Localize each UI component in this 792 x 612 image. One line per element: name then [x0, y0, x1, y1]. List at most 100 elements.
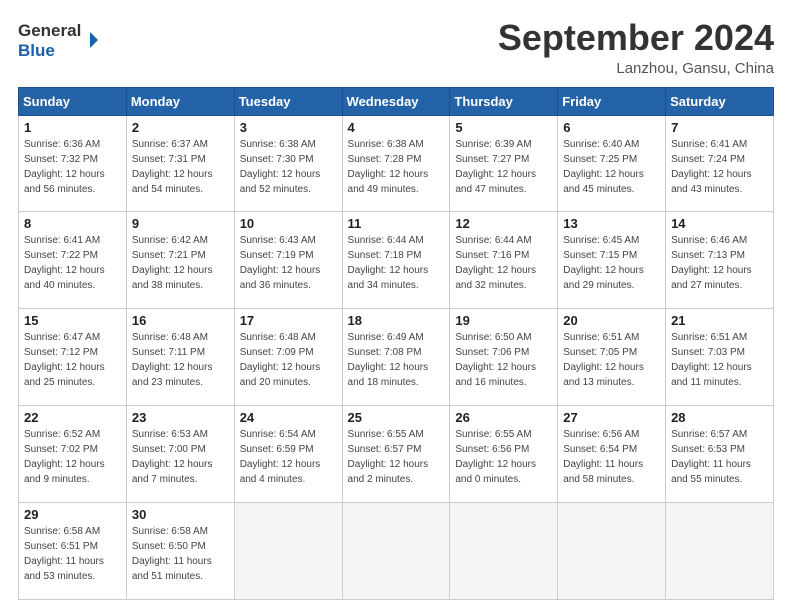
day-info: Sunrise: 6:36 AMSunset: 7:32 PMDaylight:…	[24, 137, 121, 197]
day-info: Sunrise: 6:51 AMSunset: 7:05 PMDaylight:…	[563, 330, 660, 390]
calendar-day-cell: 19Sunrise: 6:50 AMSunset: 7:06 PMDayligh…	[450, 309, 558, 406]
calendar-week-row: 8 Sunrise: 6:41 AMSunset: 7:22 PMDaylight…	[19, 212, 774, 309]
calendar-day-cell: 18 Sunrise: 6:49 AMSunset: 7:08 PMDayligh…	[342, 309, 450, 406]
day-info: Sunrise: 6:42 AMSunset: 7:21 PMDaylight:…	[132, 233, 229, 293]
day-info: Sunrise: 6:54 AMSunset: 6:59 PMDaylight:…	[240, 427, 337, 487]
day-info: Sunrise: 6:49 AMSunset: 7:08 PMDaylight:…	[348, 330, 445, 390]
day-of-week-header: Friday	[558, 87, 666, 115]
month-title: September 2024	[498, 18, 774, 58]
day-number: 17	[240, 313, 337, 328]
calendar-week-row: 15 Sunrise: 6:47 AMSunset: 7:12 PMDayligh…	[19, 309, 774, 406]
calendar-day-cell: 12Sunrise: 6:44 AMSunset: 7:16 PMDayligh…	[450, 212, 558, 309]
day-info: Sunrise: 6:46 AMSunset: 7:13 PMDaylight:…	[671, 233, 768, 293]
day-number: 20	[563, 313, 660, 328]
logo: GeneralBlue	[18, 18, 98, 60]
day-number: 26	[455, 410, 552, 425]
calendar-week-row: 29 Sunrise: 6:58 AMSunset: 6:51 PMDayligh…	[19, 503, 774, 600]
day-info: Sunrise: 6:55 AMSunset: 6:57 PMDaylight:…	[348, 427, 445, 487]
day-of-week-header: Sunday	[19, 87, 127, 115]
calendar-day-cell	[558, 503, 666, 600]
day-info: Sunrise: 6:44 AMSunset: 7:18 PMDaylight:…	[348, 233, 445, 293]
calendar-day-cell: 3Sunrise: 6:38 AMSunset: 7:30 PMDaylight…	[234, 115, 342, 212]
day-number: 18	[348, 313, 445, 328]
title-block: September 2024 Lanzhou, Gansu, China	[498, 18, 774, 77]
day-info: Sunrise: 6:39 AMSunset: 7:27 PMDaylight:…	[455, 137, 552, 197]
day-info: Sunrise: 6:43 AMSunset: 7:19 PMDaylight:…	[240, 233, 337, 293]
calendar-day-cell: 15 Sunrise: 6:47 AMSunset: 7:12 PMDayligh…	[19, 309, 127, 406]
calendar-day-cell: 2 Sunrise: 6:37 AMSunset: 7:31 PMDaylight…	[126, 115, 234, 212]
day-info: Sunrise: 6:53 AMSunset: 7:00 PMDaylight:…	[132, 427, 229, 487]
calendar-day-cell: 23 Sunrise: 6:53 AMSunset: 7:00 PMDayligh…	[126, 406, 234, 503]
calendar-day-cell: 7 Sunrise: 6:41 AMSunset: 7:24 PMDaylight…	[666, 115, 774, 212]
day-number: 1	[24, 120, 121, 135]
day-info: Sunrise: 6:58 AMSunset: 6:51 PMDaylight:…	[24, 524, 121, 584]
calendar-day-cell: 28Sunrise: 6:57 AMSunset: 6:53 PMDayligh…	[666, 406, 774, 503]
day-number: 9	[132, 216, 229, 231]
calendar-day-cell: 26 Sunrise: 6:55 AMSunset: 6:56 PMDayligh…	[450, 406, 558, 503]
day-number: 23	[132, 410, 229, 425]
calendar-table: SundayMondayTuesdayWednesdayThursdayFrid…	[18, 87, 774, 600]
calendar-day-cell	[666, 503, 774, 600]
day-number: 19	[455, 313, 552, 328]
day-info: Sunrise: 6:38 AMSunset: 7:28 PMDaylight:…	[348, 137, 445, 197]
day-info: Sunrise: 6:41 AMSunset: 7:22 PMDaylight:…	[24, 233, 121, 293]
day-info: Sunrise: 6:37 AMSunset: 7:31 PMDaylight:…	[132, 137, 229, 197]
location: Lanzhou, Gansu, China	[498, 60, 774, 77]
day-info: Sunrise: 6:48 AMSunset: 7:09 PMDaylight:…	[240, 330, 337, 390]
calendar-week-row: 22Sunrise: 6:52 AMSunset: 7:02 PMDayligh…	[19, 406, 774, 503]
calendar-day-cell: 24 Sunrise: 6:54 AMSunset: 6:59 PMDayligh…	[234, 406, 342, 503]
page: GeneralBlue September 2024 Lanzhou, Gans…	[0, 0, 792, 612]
day-of-week-header: Monday	[126, 87, 234, 115]
calendar-week-row: 1 Sunrise: 6:36 AMSunset: 7:32 PMDaylight…	[19, 115, 774, 212]
day-info: Sunrise: 6:56 AMSunset: 6:54 PMDaylight:…	[563, 427, 660, 487]
calendar-day-cell: 13 Sunrise: 6:45 AMSunset: 7:15 PMDayligh…	[558, 212, 666, 309]
calendar-header-row: SundayMondayTuesdayWednesdayThursdayFrid…	[19, 87, 774, 115]
day-number: 7	[671, 120, 768, 135]
calendar-day-cell: 27Sunrise: 6:56 AMSunset: 6:54 PMDayligh…	[558, 406, 666, 503]
calendar-day-cell: 17 Sunrise: 6:48 AMSunset: 7:09 PMDayligh…	[234, 309, 342, 406]
day-number: 15	[24, 313, 121, 328]
calendar-day-cell: 6Sunrise: 6:40 AMSunset: 7:25 PMDaylight…	[558, 115, 666, 212]
day-number: 24	[240, 410, 337, 425]
day-number: 8	[24, 216, 121, 231]
day-of-week-header: Wednesday	[342, 87, 450, 115]
day-info: Sunrise: 6:45 AMSunset: 7:15 PMDaylight:…	[563, 233, 660, 293]
day-number: 10	[240, 216, 337, 231]
day-number: 30	[132, 507, 229, 522]
calendar-day-cell: 4 Sunrise: 6:38 AMSunset: 7:28 PMDaylight…	[342, 115, 450, 212]
day-number: 28	[671, 410, 768, 425]
day-info: Sunrise: 6:41 AMSunset: 7:24 PMDaylight:…	[671, 137, 768, 197]
day-number: 6	[563, 120, 660, 135]
svg-text:General: General	[18, 21, 81, 40]
calendar-day-cell: 8 Sunrise: 6:41 AMSunset: 7:22 PMDaylight…	[19, 212, 127, 309]
day-number: 13	[563, 216, 660, 231]
day-info: Sunrise: 6:55 AMSunset: 6:56 PMDaylight:…	[455, 427, 552, 487]
svg-text:Blue: Blue	[18, 41, 55, 60]
day-info: Sunrise: 6:47 AMSunset: 7:12 PMDaylight:…	[24, 330, 121, 390]
calendar-day-cell: 16 Sunrise: 6:48 AMSunset: 7:11 PMDayligh…	[126, 309, 234, 406]
day-number: 29	[24, 507, 121, 522]
day-number: 16	[132, 313, 229, 328]
day-number: 2	[132, 120, 229, 135]
calendar-day-cell	[450, 503, 558, 600]
day-number: 25	[348, 410, 445, 425]
day-info: Sunrise: 6:52 AMSunset: 7:02 PMDaylight:…	[24, 427, 121, 487]
day-number: 4	[348, 120, 445, 135]
calendar-day-cell: 21Sunrise: 6:51 AMSunset: 7:03 PMDayligh…	[666, 309, 774, 406]
day-info: Sunrise: 6:38 AMSunset: 7:30 PMDaylight:…	[240, 137, 337, 197]
day-number: 12	[455, 216, 552, 231]
calendar-day-cell: 5 Sunrise: 6:39 AMSunset: 7:27 PMDaylight…	[450, 115, 558, 212]
calendar-day-cell	[234, 503, 342, 600]
day-of-week-header: Saturday	[666, 87, 774, 115]
day-info: Sunrise: 6:58 AMSunset: 6:50 PMDaylight:…	[132, 524, 229, 584]
calendar-day-cell: 14 Sunrise: 6:46 AMSunset: 7:13 PMDayligh…	[666, 212, 774, 309]
calendar-day-cell: 30 Sunrise: 6:58 AMSunset: 6:50 PMDayligh…	[126, 503, 234, 600]
calendar-day-cell: 25 Sunrise: 6:55 AMSunset: 6:57 PMDayligh…	[342, 406, 450, 503]
calendar-day-cell: 9 Sunrise: 6:42 AMSunset: 7:21 PMDaylight…	[126, 212, 234, 309]
day-info: Sunrise: 6:48 AMSunset: 7:11 PMDaylight:…	[132, 330, 229, 390]
calendar-day-cell: 10 Sunrise: 6:43 AMSunset: 7:19 PMDayligh…	[234, 212, 342, 309]
day-number: 5	[455, 120, 552, 135]
day-number: 14	[671, 216, 768, 231]
calendar-day-cell: 1 Sunrise: 6:36 AMSunset: 7:32 PMDaylight…	[19, 115, 127, 212]
day-of-week-header: Tuesday	[234, 87, 342, 115]
